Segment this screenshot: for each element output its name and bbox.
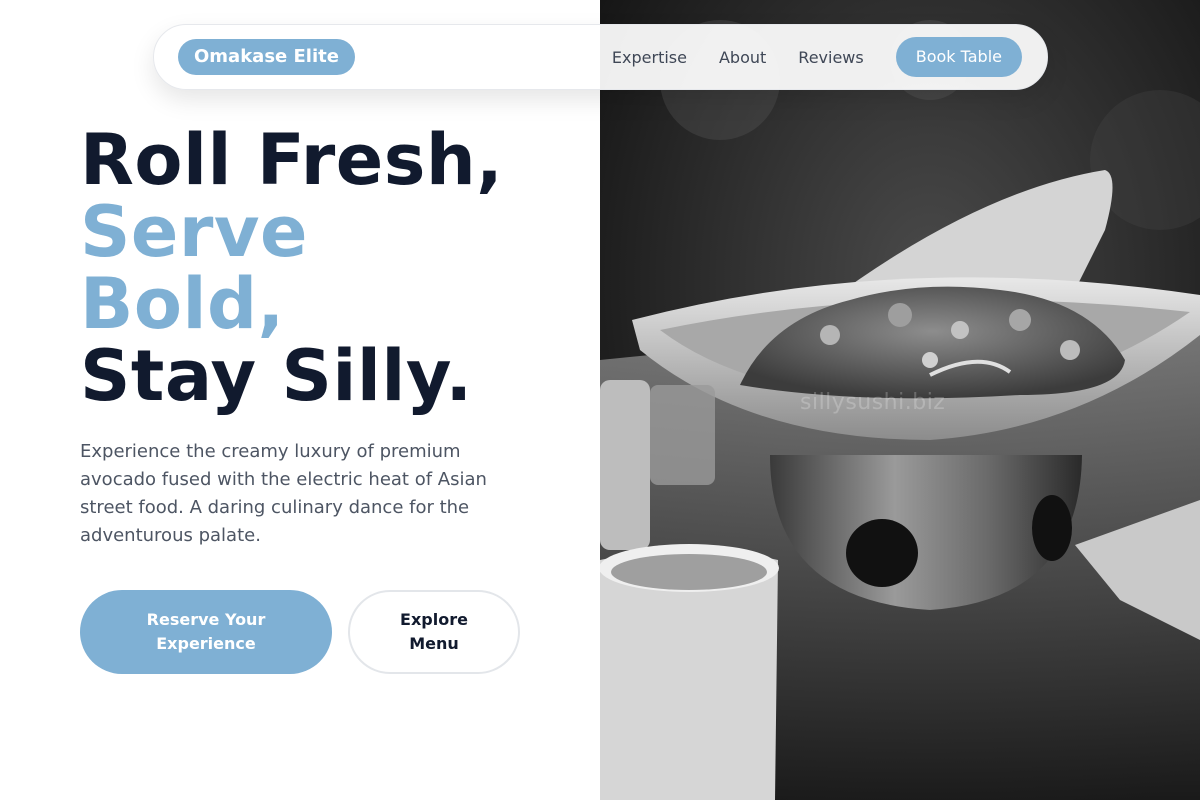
nav-link-about[interactable]: About [719,48,766,67]
explore-menu-button[interactable]: Explore Menu [348,590,520,674]
headline-line-3: Bold, [80,263,285,345]
nav-link-reviews[interactable]: Reviews [798,48,863,67]
photo-watermark: sillysushi.biz [800,390,946,415]
brand-logo[interactable]: Omakase Elite [178,39,355,75]
headline-line-2: Serve [80,191,309,273]
nav-link-expertise[interactable]: Expertise [612,48,687,67]
reserve-experience-label: Reserve Your Experience [146,610,266,653]
headline-line-1: Roll Fresh, [80,119,504,201]
explore-menu-label: Explore Menu [400,610,468,653]
hero-description: Experience the creamy luxury of premium … [80,441,487,546]
hero-headline: Roll Fresh, Serve Bold, Stay Silly. [80,124,580,412]
reserve-experience-button[interactable]: Reserve Your Experience [80,590,332,674]
nav-links: Expertise About Reviews Book Table [612,37,1022,77]
book-table-button[interactable]: Book Table [895,37,1022,77]
headline-line-4: Stay Silly. [80,335,473,417]
top-navigation: Omakase Elite Expertise About Reviews Bo… [153,24,1048,90]
